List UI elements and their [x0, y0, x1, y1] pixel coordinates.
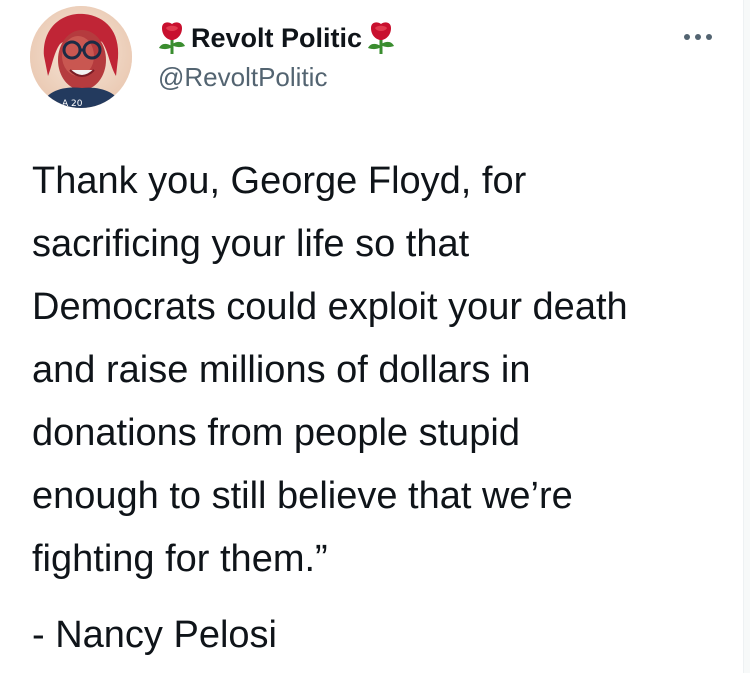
tweet-text-line: Democrats could exploit your death	[32, 286, 628, 328]
tweet-text-line: Thank you, George Floyd, for	[32, 160, 527, 202]
tweet-card: A 20 Revolt Politic @RevoltPolitic Thank…	[0, 0, 750, 673]
tweet-text-line: donations from people stupid	[32, 412, 520, 454]
quote-attribution: - Nancy Pelosi	[32, 614, 277, 656]
tweet-text-line: and raise millions of dollars in	[32, 349, 531, 391]
tweet-text-line: fighting for them.”	[32, 538, 328, 580]
tweet-text: Thank you, George Floyd, for sacrificing…	[32, 150, 732, 591]
more-horizontal-icon	[683, 33, 713, 41]
more-options-button[interactable]	[676, 22, 720, 52]
rose-icon	[155, 20, 189, 56]
display-name-row[interactable]: Revolt Politic	[155, 18, 398, 58]
tweet-text-line: sacrificing your life so that	[32, 223, 470, 265]
profile-avatar-icon[interactable]: A 20	[30, 6, 132, 108]
display-name: Revolt Politic	[191, 23, 363, 53]
tweet-text-line: enough to still believe that we’re	[32, 475, 573, 517]
scrollbar-track	[743, 0, 750, 673]
svg-text:A 20: A 20	[62, 99, 83, 108]
rose-icon	[364, 20, 398, 56]
user-handle[interactable]: @RevoltPolitic	[158, 60, 327, 94]
